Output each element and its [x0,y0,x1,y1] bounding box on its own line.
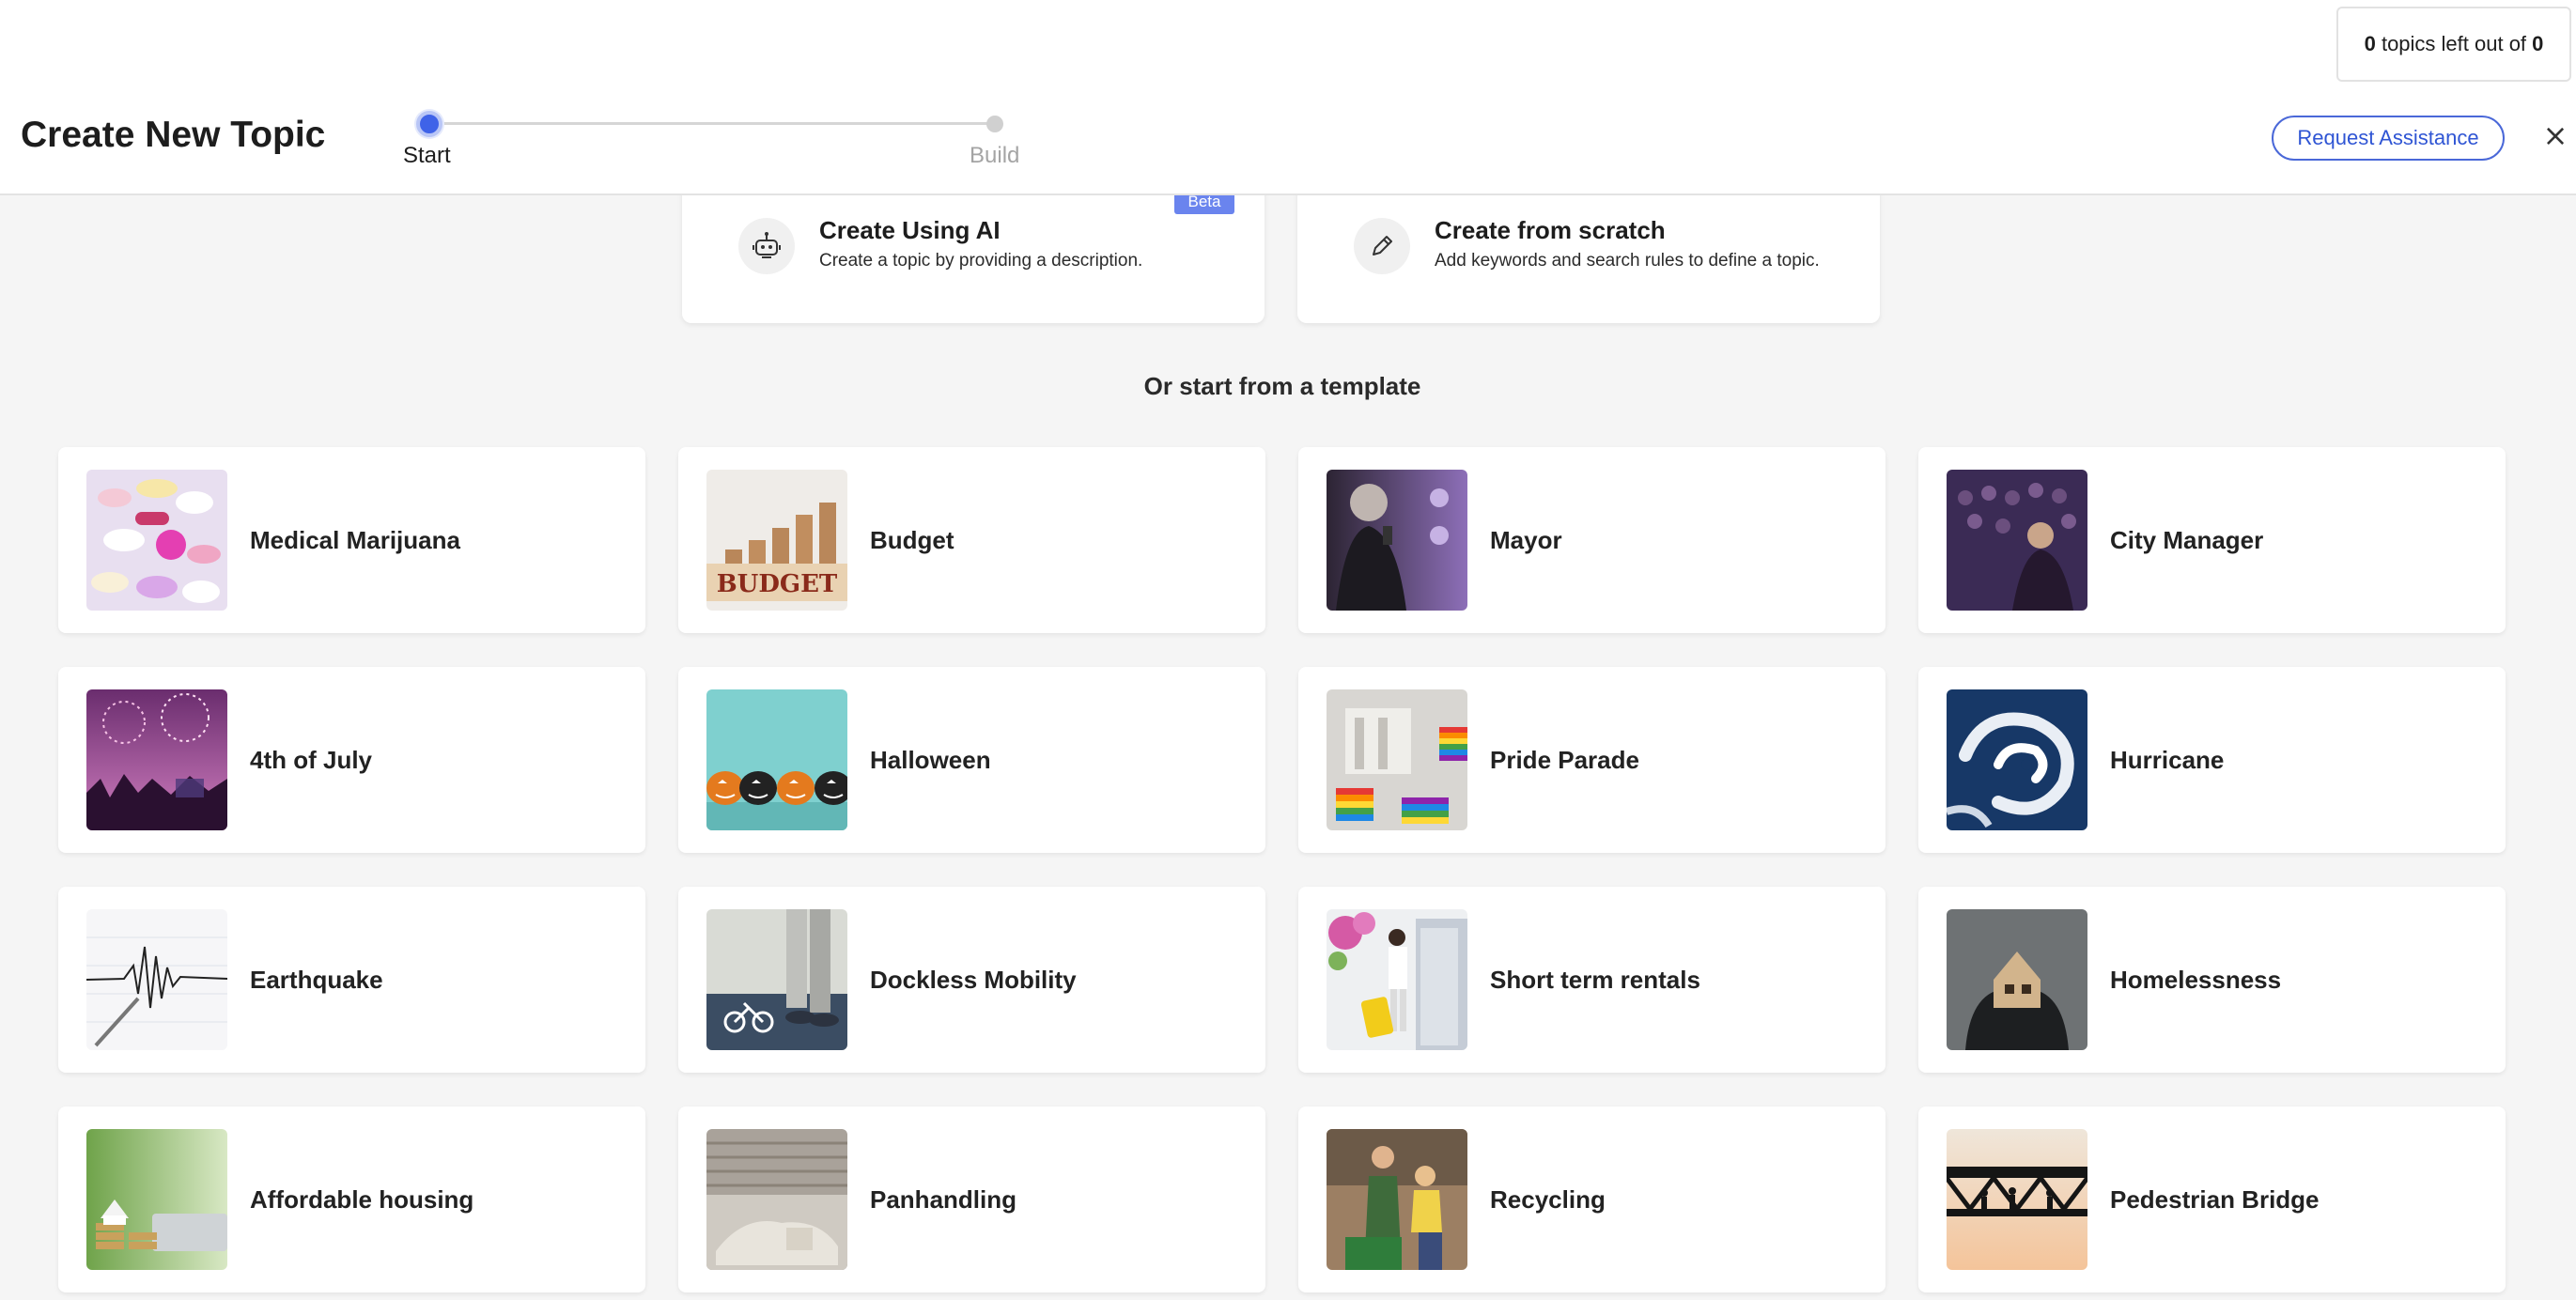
pride-flags-image [1327,689,1467,830]
template-card-panhandling[interactable]: Panhandling [678,1107,1265,1292]
template-label: Medical Marijuana [250,525,460,554]
templates-heading: Or start from a template [1143,372,1421,400]
template-card-pedestrian-bridge[interactable]: Pedestrian Bridge [1918,1107,2506,1292]
template-label: Dockless Mobility [870,965,1077,994]
progress-stepper: Start Build [395,105,1033,171]
stepper-track [427,122,996,125]
template-label: Panhandling [870,1184,1016,1214]
template-label: Pride Parade [1490,745,1639,774]
template-card-pride-parade[interactable]: Pride Parade [1298,667,1885,853]
create-ai-description: Create a topic by providing a descriptio… [819,251,1143,271]
step-start-label: Start [403,143,451,168]
step-build-label: Build [970,143,1020,168]
close-icon[interactable]: × [2538,118,2572,152]
template-card-medical-marijuana[interactable]: Medical Marijuana [58,447,645,633]
template-card-budget[interactable]: BUDGET Budget [678,447,1265,633]
budget-image-text: BUDGET [717,570,838,598]
template-card-homelessness[interactable]: Homelessness [1918,887,2506,1073]
template-card-short-term-rentals[interactable]: Short term rentals [1298,887,1885,1073]
page-header: Create New Topic Start Build Request Ass… [0,0,2576,195]
page-title: Create New Topic [21,115,326,155]
template-card-4th-of-july[interactable]: 4th of July [58,667,645,853]
template-label: 4th of July [250,745,373,774]
house-hands-image [1947,909,2087,1050]
house-coins-image [86,1129,227,1270]
city-manager-audience-image [1947,470,2087,611]
template-label: Affordable housing [250,1184,474,1214]
template-card-halloween[interactable]: Halloween [678,667,1265,853]
quota-text: topics left out of [2375,32,2533,55]
bike-lane-image [706,909,847,1050]
template-card-mayor[interactable]: Mayor [1298,447,1885,633]
template-label: Pedestrian Bridge [2110,1184,2320,1214]
quota-total-count: 0 [2532,32,2544,55]
fireworks-image [86,689,227,830]
template-label: Halloween [870,745,991,774]
template-card-hurricane[interactable]: Hurricane [1918,667,2506,853]
template-label: Hurricane [2110,745,2225,774]
mayor-speaking-image [1327,470,1467,611]
pumpkins-image [706,689,847,830]
pencil-icon [1354,218,1410,274]
template-label: Earthquake [250,965,383,994]
request-assistance-button[interactable]: Request Assistance [2272,116,2505,161]
template-label: Budget [870,525,954,554]
bridge-silhouette-image [1947,1129,2087,1270]
create-scratch-title: Create from scratch [1435,216,1666,244]
template-label: Recycling [1490,1184,1606,1214]
seismograph-image [86,909,227,1050]
topics-quota-badge: 0 topics left out of 0 [2336,7,2571,82]
template-label: Mayor [1490,525,1562,554]
budget-coins-image: BUDGET [706,470,847,611]
recycling-family-image [1327,1129,1467,1270]
pills-image [86,470,227,611]
quota-left-count: 0 [2364,32,2376,55]
hurricane-satellite-image [1947,689,2087,830]
template-card-recycling[interactable]: Recycling [1298,1107,1885,1292]
template-card-affordable-housing[interactable]: Affordable housing [58,1107,645,1292]
step-build-dot[interactable] [986,116,1003,132]
template-card-city-manager[interactable]: City Manager [1918,447,2506,633]
template-card-earthquake[interactable]: Earthquake [58,887,645,1073]
templates-grid: Medical Marijuana BUDGET Budget Mayor Ci… [58,447,2506,1292]
street-sleeping-image [706,1129,847,1270]
template-label: Short term rentals [1490,965,1700,994]
template-label: City Manager [2110,525,2264,554]
suitcase-door-image [1327,909,1467,1050]
template-card-dockless-mobility[interactable]: Dockless Mobility [678,887,1265,1073]
create-scratch-description: Add keywords and search rules to define … [1435,251,1820,271]
create-ai-title: Create Using AI [819,216,1001,244]
robot-icon [738,218,795,274]
template-label: Homelessness [2110,965,2282,994]
step-start-dot[interactable] [416,111,442,137]
